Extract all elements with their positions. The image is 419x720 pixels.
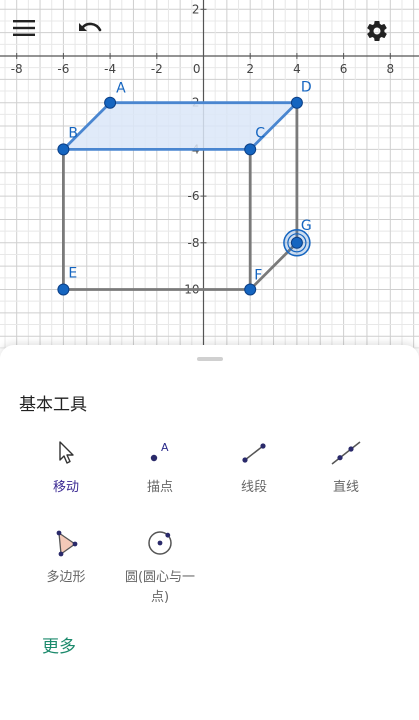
circle-center-point-icon: [148, 531, 172, 555]
tool-label-line2: 点): [150, 590, 170, 605]
undo-button[interactable]: [77, 19, 117, 59]
x-tick-label: 4: [293, 62, 301, 76]
x-tick-label: -8: [11, 62, 23, 76]
x-tick-label: 2: [246, 62, 254, 76]
point-label-c: C: [255, 125, 265, 141]
point-d[interactable]: [290, 96, 303, 109]
svg-text:A: A: [161, 441, 169, 454]
x-tick-label: -4: [104, 62, 116, 76]
point-label-b: B: [68, 125, 78, 141]
cursor-arrow-icon: [59, 441, 74, 464]
line-icon: [331, 441, 361, 465]
tool-label: 移动: [52, 480, 79, 495]
tool-segment[interactable]: 线段: [206, 438, 302, 518]
settings-button[interactable]: [365, 19, 405, 59]
y-tick-label: -8: [188, 236, 200, 250]
menu-button[interactable]: [13, 19, 53, 59]
undo-icon: [79, 22, 102, 32]
menu-icon: [13, 20, 35, 36]
tool-circle-center-point[interactable]: 圆(圆心与一 点): [112, 528, 208, 608]
x-tick-label: 8: [386, 62, 394, 76]
point-label-f: F: [254, 268, 262, 284]
tool-label: 直线: [332, 480, 359, 495]
tool-point[interactable]: A 描点: [112, 438, 208, 518]
gear-icon: [367, 21, 387, 42]
point-label-a: A: [116, 81, 126, 97]
panel-title: 基本工具: [19, 395, 87, 415]
x-tick-label: -6: [57, 62, 69, 76]
point-f[interactable]: [244, 283, 257, 296]
polygon-icon: [56, 530, 78, 557]
point-b[interactable]: [57, 143, 70, 156]
point-label-g: G: [301, 218, 312, 234]
x-tick-label: 0: [193, 62, 201, 76]
tool-label-line1: 圆(圆心与一: [124, 570, 196, 585]
x-tick-label: 6: [340, 62, 348, 76]
point-a[interactable]: [104, 96, 117, 109]
tool-label: 线段: [240, 480, 267, 495]
point-e[interactable]: [57, 283, 70, 296]
point-label-d: D: [301, 80, 312, 96]
point-g[interactable]: [290, 236, 303, 249]
more-tools-link[interactable]: 更多: [42, 632, 76, 657]
x-tick-label: -2: [151, 62, 163, 76]
point-c[interactable]: [244, 143, 257, 156]
tool-label: 圆(圆心与一 点): [112, 568, 208, 608]
tool-line[interactable]: 直线: [298, 438, 394, 518]
tool-move[interactable]: 移动: [18, 438, 114, 518]
y-tick-label: 2: [192, 2, 200, 16]
coordinate-graph[interactable]: -8-6-4-2024682-2-4-6-8-10 ABCDEFG: [0, 0, 419, 380]
graphics-view[interactable]: -8-6-4-2024682-2-4-6-8-10 ABCDEFG: [0, 0, 419, 380]
panel-drag-handle[interactable]: [197, 357, 223, 361]
point-icon: A: [150, 441, 169, 462]
tool-label: 多边形: [46, 570, 86, 585]
point-label-e: E: [68, 266, 77, 282]
tool-polygon[interactable]: 多边形: [18, 528, 114, 608]
tools-panel[interactable]: 基本工具 移动 A 描点 线段 直线 多边形 圆(圆心与一 点) 更多: [0, 345, 419, 720]
tool-label: 描点: [146, 480, 173, 495]
segment-icon: [242, 443, 266, 463]
y-tick-label: -6: [188, 189, 200, 203]
